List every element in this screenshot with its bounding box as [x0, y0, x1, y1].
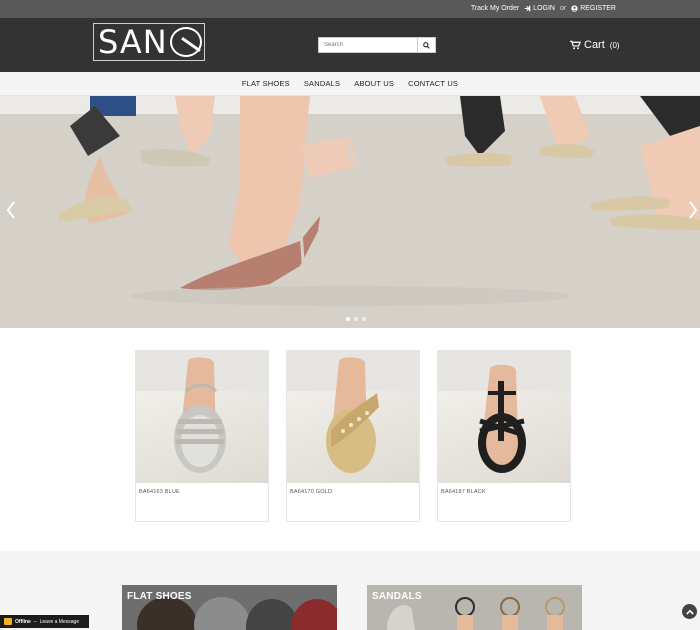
- or-separator: or: [559, 5, 567, 12]
- main-nav: FLAT SHOES SANDALS ABOUT US CONTACT US: [0, 72, 700, 96]
- register-link[interactable]: REGISTER: [571, 5, 616, 12]
- product-card[interactable]: BA64187 BLACK: [437, 350, 571, 522]
- hero-prev-button[interactable]: [6, 200, 16, 224]
- site-header: SAN Cart (0): [0, 18, 700, 72]
- back-to-top-button[interactable]: [682, 604, 697, 619]
- chevron-up-icon: [685, 609, 694, 615]
- sanq-logo[interactable]: SAN: [93, 23, 205, 61]
- category-band: [0, 551, 700, 630]
- cart-label: Cart: [584, 39, 605, 51]
- chat-status: Offline: [15, 618, 31, 625]
- top-links: Track My Order LOGIN or REGISTER: [471, 5, 616, 12]
- cart-count: (0): [609, 40, 620, 50]
- chat-message: Leave a Message: [39, 618, 80, 625]
- category-label: FLAT SHOES: [127, 591, 192, 602]
- category-label: SANDALS: [372, 591, 422, 602]
- nav-item-about-us[interactable]: ABOUT US: [354, 79, 394, 88]
- track-order-link[interactable]: Track My Order: [471, 5, 519, 12]
- product-name[interactable]: BA64187 BLACK: [438, 483, 570, 501]
- register-label: REGISTER: [580, 5, 616, 12]
- shopping-cart-icon: [570, 40, 581, 50]
- slider-dot[interactable]: [346, 317, 350, 321]
- chevron-left-icon: [6, 201, 15, 219]
- product-image: [136, 351, 268, 483]
- logo-shoe-q-icon: [169, 27, 202, 57]
- chat-separator: –: [33, 618, 37, 625]
- login-link[interactable]: LOGIN: [524, 5, 555, 12]
- hero-image: [0, 96, 700, 328]
- login-label: LOGIN: [533, 5, 555, 12]
- top-bar: Track My Order LOGIN or REGISTER: [0, 0, 700, 18]
- nav-item-flat-shoes[interactable]: FLAT SHOES: [242, 79, 290, 88]
- login-icon: [524, 5, 531, 12]
- nav-item-sandals[interactable]: SANDALS: [304, 79, 340, 88]
- product-card[interactable]: BA64163 BLUE: [135, 350, 269, 522]
- product-card[interactable]: BA64170 GOLD: [286, 350, 420, 522]
- hero-slider: [0, 96, 700, 328]
- chat-widget[interactable]: Offline – Leave a Message: [0, 615, 89, 628]
- nav-item-contact-us[interactable]: CONTACT US: [408, 79, 458, 88]
- chat-bubble-icon: [4, 618, 12, 625]
- product-image: [287, 351, 419, 483]
- product-name[interactable]: BA64163 BLUE: [136, 483, 268, 501]
- search-button[interactable]: [418, 37, 436, 53]
- slider-dot[interactable]: [354, 317, 358, 321]
- search-input[interactable]: [318, 37, 418, 53]
- product-grid: BA64163 BLUE BA64170 GOLD BA64187 BLACK: [135, 350, 571, 522]
- logo-text: SAN: [98, 23, 168, 61]
- product-name[interactable]: BA64170 GOLD: [287, 483, 419, 501]
- search-form: [318, 37, 436, 53]
- cart-link[interactable]: Cart (0): [570, 39, 620, 51]
- slider-dot[interactable]: [362, 317, 366, 321]
- hero-next-button[interactable]: [688, 200, 698, 224]
- slider-dots: [346, 317, 366, 321]
- product-image: [438, 351, 570, 483]
- chevron-right-icon: [689, 201, 698, 219]
- category-sandals[interactable]: SANDALS: [367, 585, 582, 630]
- user-circle-icon: [571, 5, 578, 12]
- search-icon: [423, 41, 430, 49]
- category-flat-shoes[interactable]: FLAT SHOES: [122, 585, 337, 630]
